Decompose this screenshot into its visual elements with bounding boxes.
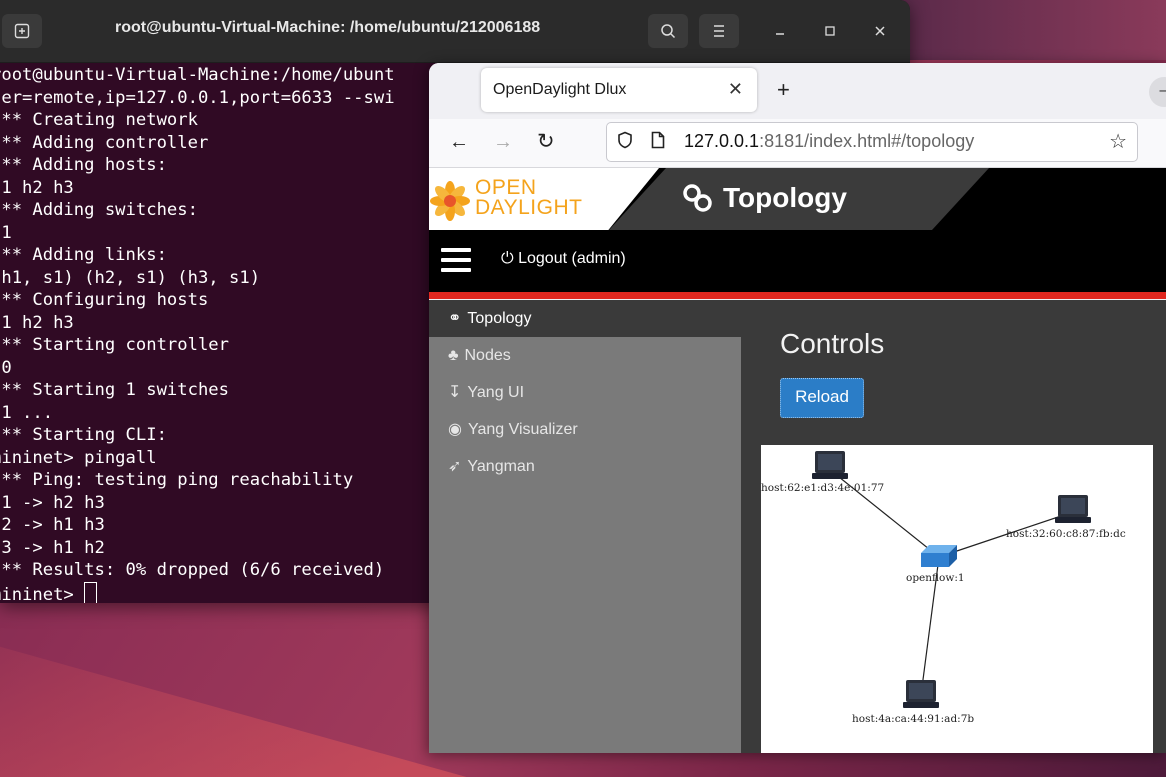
url-host: 127.0.0.1	[684, 131, 760, 151]
terminal-output[interactable]: root@ubuntu-Virtual-Machine:/home/ubunt l…	[0, 64, 395, 603]
odl-content: ⚭ Topology ♣ Nodes ↧ Yang UI ◉ Yang Visualiz…	[429, 300, 1166, 753]
terminal-line: *** Adding hosts:	[0, 155, 167, 175]
odl-header: OPEN DAYLIGHT Topology	[429, 168, 1166, 230]
sidebar-item-label: Topology	[467, 310, 532, 327]
desktop-wallpaper	[900, 0, 1166, 60]
terminal-line: *** Results: 0% dropped (6/6 received)	[0, 560, 385, 580]
switch-node[interactable]	[921, 545, 957, 567]
search-icon[interactable]	[648, 14, 688, 48]
terminal-line: *** Adding controller	[0, 132, 209, 153]
terminal-line: *** Adding links:	[0, 245, 167, 265]
topology-icon: ⚭	[448, 310, 462, 327]
terminal-title: root@ubuntu-Virtual-Machine: /home/ubunt…	[115, 19, 541, 36]
sidebar-item-label: Nodes	[464, 347, 511, 364]
terminal-line: h3 -> h1 h2	[0, 537, 105, 558]
minimize-icon[interactable]	[760, 14, 800, 48]
sidebar-item-yang-visualizer[interactable]: ◉ Yang Visualizer	[429, 411, 741, 448]
odl-toolbar: ⏻ Logout (admin)	[429, 230, 1166, 292]
terminal-titlebar[interactable]: root@ubuntu-Virtual-Machine: /home/ubunt…	[0, 0, 910, 63]
terminal-line: root@ubuntu-Virtual-Machine:/home/ubunt	[0, 65, 395, 85]
browser-window[interactable]: OpenDaylight Dlux ✕ + – ← → ↻ 127.0.0.1:…	[429, 63, 1166, 753]
shield-icon[interactable]	[617, 131, 633, 149]
controls-heading: Controls	[780, 328, 885, 359]
page-title: Topology	[681, 182, 847, 214]
terminal-prompt: mininet>	[0, 584, 85, 604]
terminal-line: c0	[0, 357, 12, 378]
browser-navbar: ← → ↻ 127.0.0.1:8181/index.html#/topolog…	[429, 119, 1166, 168]
sidebar-toggle-icon[interactable]	[441, 248, 471, 272]
logo-line-open: OPEN	[475, 176, 537, 199]
sidebar-item-topology[interactable]: ⚭ Topology	[429, 300, 741, 337]
terminal-line: h2 -> h1 h3	[0, 515, 105, 535]
terminal-line: h1 h2 h3	[0, 177, 74, 198]
header-red-bar	[429, 292, 1166, 299]
terminal-line: (h1, s1) (h2, s1) (h3, s1)	[0, 267, 261, 288]
topology-title-icon	[683, 184, 712, 212]
odl-sidebar: ⚭ Topology ♣ Nodes ↧ Yang UI ◉ Yang Visualiz…	[429, 300, 741, 753]
new-tab-icon[interactable]	[2, 14, 42, 48]
terminal-line: s1	[0, 222, 12, 243]
terminal-line: *** Starting 1 switches	[0, 380, 229, 400]
terminal-line: *** Ping: testing ping reachability	[0, 470, 354, 490]
host-label: host:4a:ca:44:91:ad:7b	[852, 713, 974, 725]
page-title-text: Topology	[723, 182, 847, 213]
logout-label: Logout (admin)	[518, 250, 626, 267]
sidebar-item-label: Yangman	[467, 458, 535, 475]
sidebar-item-nodes[interactable]: ♣ Nodes	[429, 337, 741, 374]
host-node[interactable]	[903, 680, 939, 708]
tab-close-icon[interactable]: ✕	[728, 79, 743, 100]
terminal-line: ler=remote,ip=127.0.0.1,port=6633 --swi	[0, 87, 395, 108]
terminal-line: *** Creating network	[0, 110, 198, 130]
terminal-line: h1 -> h2 h3	[0, 492, 105, 513]
logo-line-daylight: DAYLIGHT	[475, 196, 583, 219]
sidebar-item-label: Yang Visualizer	[467, 421, 578, 438]
window-minimize-icon[interactable]: –	[1149, 77, 1166, 107]
terminal-line: mininet> pingall	[0, 447, 157, 468]
bookmark-star-icon[interactable]: ☆	[1109, 129, 1127, 154]
terminal-line: *** Configuring hosts	[0, 290, 209, 310]
back-arrow-icon[interactable]: ←	[449, 131, 469, 154]
host-label: host:32:60:c8:87:fb:dc	[1006, 528, 1126, 540]
browser-tabstrip: OpenDaylight Dlux ✕ + –	[429, 63, 1166, 119]
opendaylight-logo-icon	[430, 181, 470, 221]
terminal-line: *** Starting controller	[0, 335, 229, 355]
rocket-icon: ➶	[448, 458, 462, 475]
maximize-icon[interactable]	[810, 14, 850, 48]
tab-title: OpenDaylight Dlux	[493, 81, 627, 98]
sidebar-item-label: Yang UI	[467, 384, 525, 401]
browser-tab[interactable]: OpenDaylight Dlux ✕	[481, 68, 757, 112]
forward-arrow-icon[interactable]: →	[493, 131, 513, 154]
download-icon: ↧	[448, 384, 462, 401]
url-bar[interactable]: 127.0.0.1:8181/index.html#/topology ☆	[606, 122, 1138, 162]
hamburger-menu-icon[interactable]	[699, 14, 739, 48]
close-icon[interactable]	[860, 14, 900, 48]
sidebar-item-yang-ui[interactable]: ↧ Yang UI	[429, 374, 741, 411]
new-tab-plus-icon[interactable]: +	[777, 77, 790, 103]
controls-panel: Controls Reload host:62:e1:d3:4e:01:77 h…	[741, 300, 1166, 753]
terminal-cursor	[84, 581, 98, 603]
reload-button[interactable]: Reload	[780, 378, 864, 418]
eye-icon: ◉	[448, 421, 462, 438]
terminal-line: *** Adding switches:	[0, 200, 198, 220]
host-node[interactable]	[812, 451, 848, 479]
url-path: :8181/index.html#/topology	[759, 131, 975, 151]
logout-link[interactable]: ⏻ Logout (admin)	[501, 250, 626, 268]
terminal-line: s1 ...	[0, 402, 54, 423]
terminal-prompt-line[interactable]: mininet>	[0, 581, 395, 604]
host-node[interactable]	[1055, 495, 1091, 523]
page-icon[interactable]	[651, 131, 665, 149]
url-text[interactable]: 127.0.0.1:8181/index.html#/topology	[684, 131, 974, 152]
host-label: host:62:e1:d3:4e:01:77	[761, 482, 884, 494]
terminal-line: h1 h2 h3	[0, 312, 74, 333]
terminal-line: *** Starting CLI:	[0, 425, 167, 445]
topology-canvas[interactable]: host:62:e1:d3:4e:01:77 host:32:60:c8:87:…	[761, 445, 1153, 753]
sidebar-item-yangman[interactable]: ➶ Yangman	[429, 448, 741, 485]
power-icon: ⏻	[501, 250, 514, 267]
reload-icon[interactable]: ↻	[537, 129, 555, 154]
switch-label: openflow:1	[906, 572, 965, 584]
sitemap-icon: ♣	[448, 347, 459, 364]
opendaylight-logo-text: OPEN DAYLIGHT	[475, 176, 583, 219]
